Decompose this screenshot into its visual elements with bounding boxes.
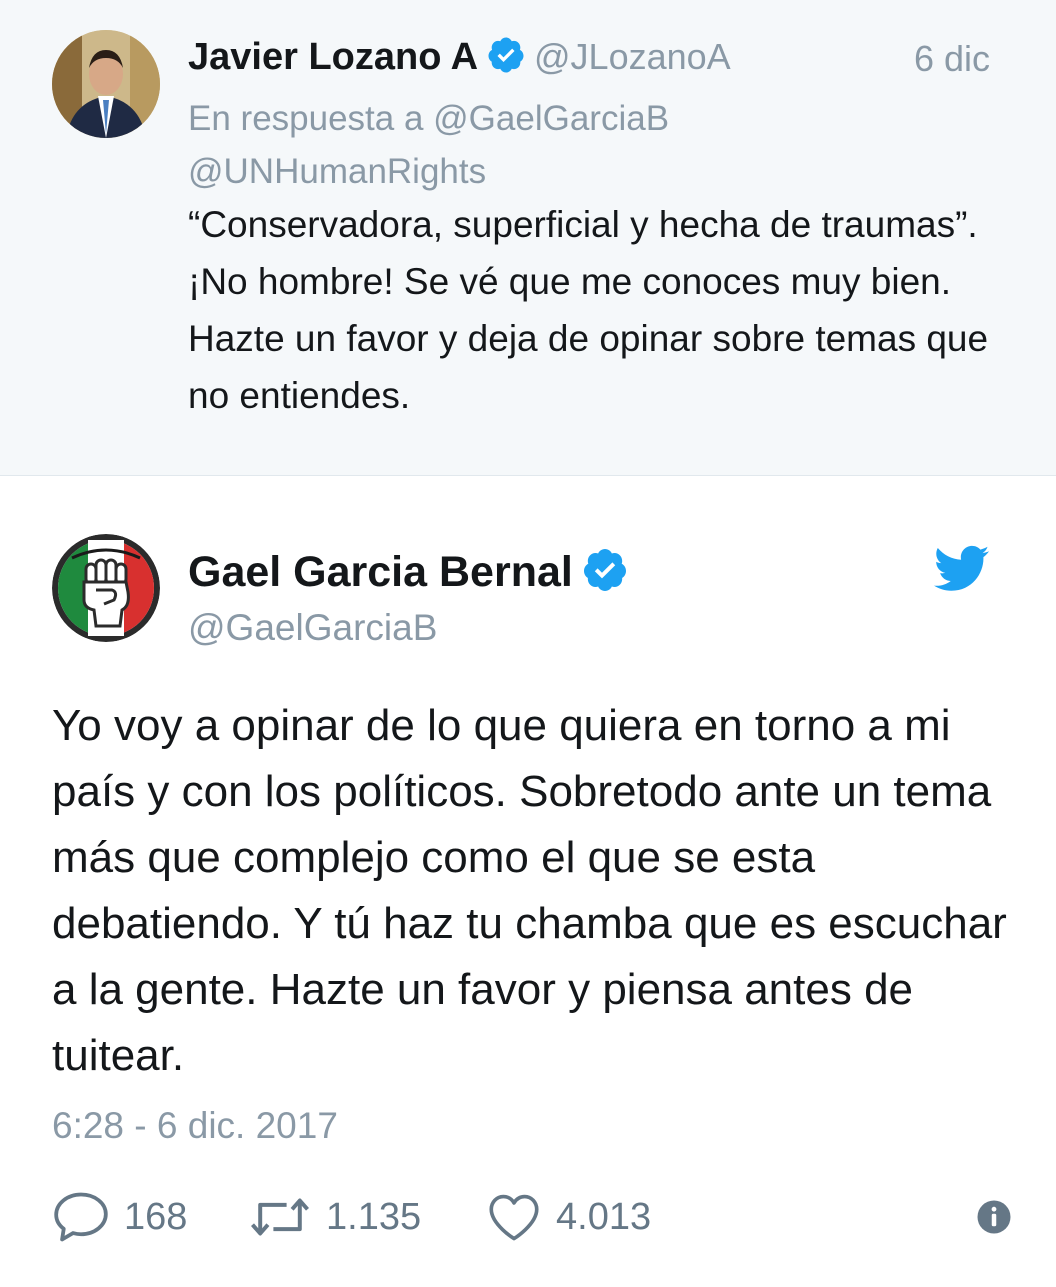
retweet-icon [251, 1198, 309, 1236]
like-count: 4.013 [556, 1195, 652, 1238]
twitter-bird-icon[interactable] [934, 545, 990, 593]
avatar[interactable] [52, 534, 160, 642]
reply-tweet-text: “Conservadora, superficial y hecha de tr… [188, 204, 989, 416]
author-name[interactable]: Javier Lozano A [188, 36, 478, 78]
main-tweet: Gael Garcia Bernal @GaelGarciaB Yo voy a… [0, 477, 1056, 1287]
raised-fist-logo-icon [52, 534, 160, 642]
tweet-actions: 168 1.135 4.013 [52, 1187, 1012, 1247]
profile-photo-icon [52, 30, 160, 138]
reply-tweet[interactable]: Javier Lozano A @JLozanoA 6 dic En respue… [0, 0, 1056, 476]
reply-context: En respuesta a @GaelGarciaB @UNHumanRigh… [188, 92, 988, 198]
heart-icon [489, 1194, 539, 1241]
reply-header: Javier Lozano A @JLozanoA [188, 30, 996, 84]
reply-context-line[interactable]: @UNHumanRights [188, 145, 988, 198]
verified-badge-icon [486, 35, 526, 80]
tweet-timestamp[interactable]: 6:28 - 6 dic. 2017 [52, 1101, 338, 1151]
like-button[interactable]: 4.013 [486, 1187, 651, 1247]
author-name-row: Gael Garcia Bernal [188, 542, 629, 602]
tweet-date[interactable]: 6 dic [914, 32, 990, 86]
reply-icon [54, 1192, 108, 1242]
author-handle[interactable]: @GaelGarciaB [188, 603, 437, 653]
author-handle[interactable]: @JLozanoA [534, 36, 731, 77]
reply-context-line[interactable]: En respuesta a @GaelGarciaB [188, 92, 988, 145]
reply-button[interactable]: 168 [52, 1187, 187, 1247]
tweet-text: Yo voy a opinar de lo que quiera en torn… [52, 701, 1007, 1080]
info-icon[interactable] [976, 1199, 1012, 1235]
retweet-button[interactable]: 1.135 [248, 1187, 421, 1247]
verified-badge-icon [581, 546, 629, 599]
avatar[interactable] [52, 30, 160, 138]
retweet-count: 1.135 [326, 1195, 422, 1238]
author-name[interactable]: Gael Garcia Bernal [188, 548, 573, 596]
reply-count: 168 [124, 1195, 188, 1238]
